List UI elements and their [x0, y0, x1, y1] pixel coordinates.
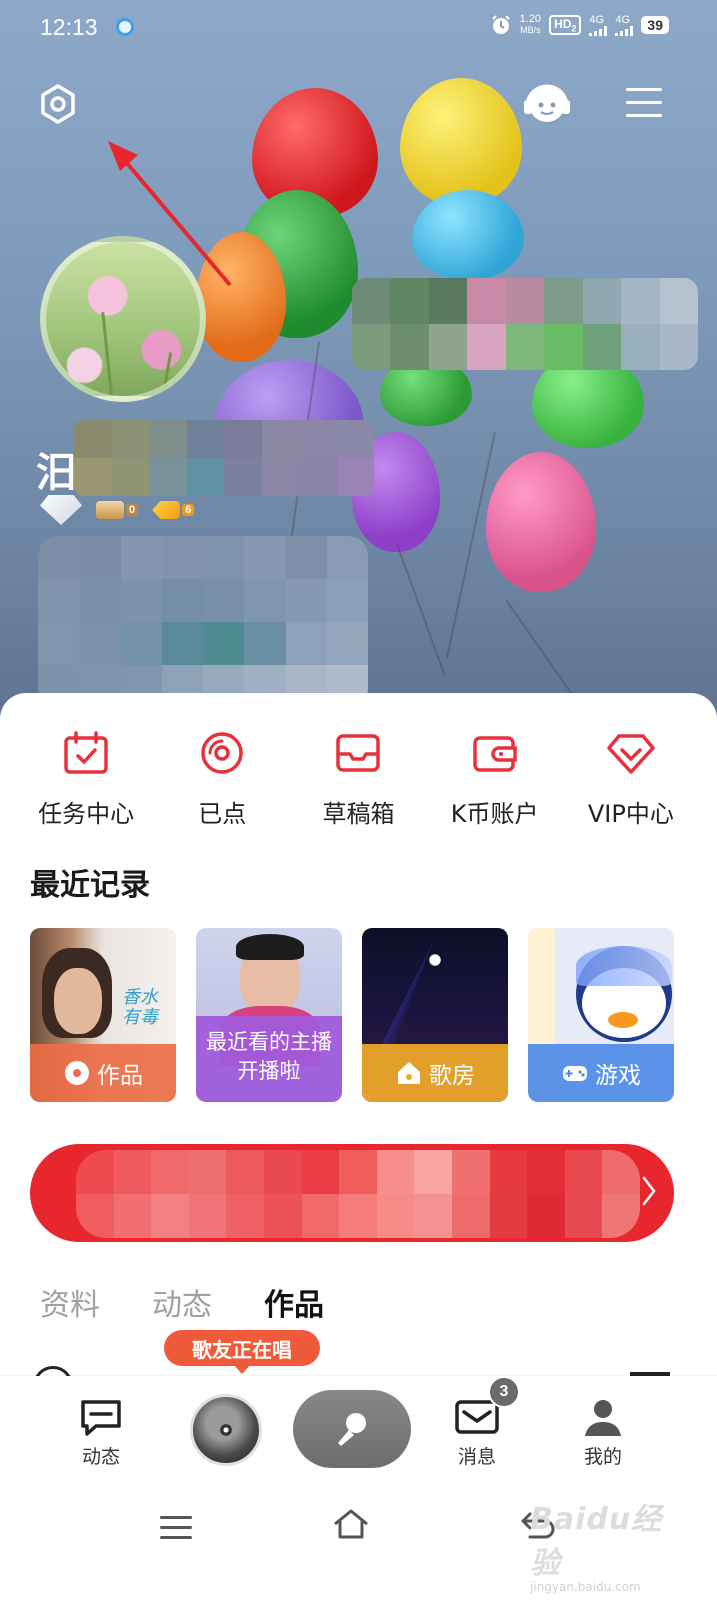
nav-label: 消息 — [457, 1446, 496, 1468]
level-badges: 0 6 — [40, 495, 195, 525]
now-playing-disc[interactable] — [190, 1394, 262, 1466]
nav-label: 动态 — [81, 1446, 120, 1468]
notification-app-icon — [116, 18, 134, 36]
shortcut-kcoin-account[interactable]: K币账户 — [430, 730, 560, 829]
live-singing-bubble[interactable]: 歌友正在唱 — [164, 1330, 320, 1374]
sing-button[interactable] — [293, 1390, 411, 1468]
alarm-icon — [491, 15, 510, 34]
recent-card-live-anchor[interactable]: 最近看的主播开播啦 — [196, 928, 342, 1102]
tab-works[interactable]: 作品 — [264, 1280, 324, 1324]
network-speed: 1.20 MB/s — [519, 13, 542, 36]
shortcut-label: 草稿箱 — [322, 800, 395, 828]
nickname-partial: 汨 — [36, 450, 76, 496]
shortcut-row: 任务中心 已点 草稿箱 K币账户 VIP中心 — [0, 730, 717, 829]
clock: 12:13 — [40, 14, 98, 40]
person-icon — [585, 1400, 621, 1436]
shortcut-label: 任务中心 — [38, 800, 135, 828]
status-icons: 1.20 MB/s HD2 4G 4G 39 — [490, 14, 669, 36]
card-label: 游戏 — [595, 1063, 641, 1089]
microphone-icon — [338, 1413, 366, 1446]
battery-indicator: 39 — [641, 16, 669, 34]
hd-indicator: HD2 — [549, 14, 582, 36]
signal-4g-2: 4G — [615, 14, 634, 36]
baidu-watermark: Baidu经验 jingyan.baidu.com — [530, 1502, 663, 1594]
status-bar: 12:13 1.20 MB/s HD2 4G 4G 39 — [0, 0, 717, 58]
home-icon — [398, 1062, 420, 1084]
shortcut-label: VIP中心 — [587, 800, 674, 828]
wallet-icon — [472, 736, 517, 772]
bottom-navigation: 动态 消息 我的 — [0, 1376, 717, 1484]
recent-card-works[interactable]: 香水有毒 作品 — [30, 928, 176, 1102]
nav-feed[interactable]: 动态 — [78, 1398, 124, 1469]
disc-icon — [65, 1061, 89, 1085]
home-icon[interactable] — [332, 1508, 370, 1540]
blurred-promo-content — [76, 1150, 640, 1238]
calendar-check-icon — [64, 731, 108, 774]
recent-card-games[interactable]: 游戏 — [528, 928, 674, 1102]
signal-4g-1: 4G — [589, 14, 608, 36]
shortcut-drafts[interactable]: 草稿箱 — [293, 730, 423, 829]
card-label: 最近看的主播开播啦 — [196, 1016, 342, 1102]
nav-me[interactable]: 我的 — [580, 1398, 626, 1469]
promo-banner[interactable] — [30, 1144, 674, 1242]
album-cover-text: 香水有毒 — [122, 987, 158, 1028]
tab-feed[interactable]: 动态 — [152, 1280, 212, 1324]
recent-card-ktv-room[interactable]: 歌房 — [362, 928, 508, 1102]
gear-icon[interactable] — [38, 84, 78, 124]
recent-cards: 香水有毒 作品 最近看的主播开播啦 歌房 游戏 — [30, 928, 674, 1102]
messages-count-badge: 3 — [488, 1376, 520, 1408]
card-label: 歌房 — [429, 1063, 475, 1089]
blurred-info-right — [352, 278, 698, 370]
tab-profile-info[interactable]: 资料 — [40, 1280, 100, 1324]
recent-apps-icon[interactable] — [160, 1516, 192, 1546]
gamepad-icon — [563, 1066, 587, 1081]
blurred-nickname — [74, 420, 374, 496]
nav-label: 我的 — [583, 1446, 622, 1468]
chat-bubble-icon — [81, 1400, 121, 1436]
shortcut-vip-center[interactable]: VIP中心 — [566, 730, 696, 829]
inbox-tray-icon — [336, 734, 381, 772]
shortcut-label: 已点 — [198, 800, 247, 828]
card-label: 作品 — [97, 1063, 143, 1089]
diamond-icon — [40, 495, 82, 525]
recent-section-title: 最近记录 — [30, 868, 150, 903]
blurred-id-signature — [38, 536, 368, 708]
nav-messages[interactable]: 消息 — [454, 1398, 500, 1469]
hamburger-menu-icon[interactable] — [626, 88, 662, 120]
annotation-arrow-icon — [108, 141, 232, 287]
shortcut-ordered[interactable]: 已点 — [157, 730, 287, 829]
chevron-right-icon — [642, 1176, 656, 1206]
shortcut-task-center[interactable]: 任务中心 — [21, 730, 151, 829]
customer-service-icon[interactable] — [522, 80, 572, 128]
vip-diamond-icon — [607, 734, 655, 774]
disc-icon — [201, 732, 244, 774]
shortcut-label: K币账户 — [450, 800, 539, 828]
level-badge-wealth: 0 — [96, 501, 139, 519]
profile-tabs: 资料 动态 作品 — [40, 1280, 324, 1324]
level-badge-vip: 6 — [152, 501, 195, 519]
